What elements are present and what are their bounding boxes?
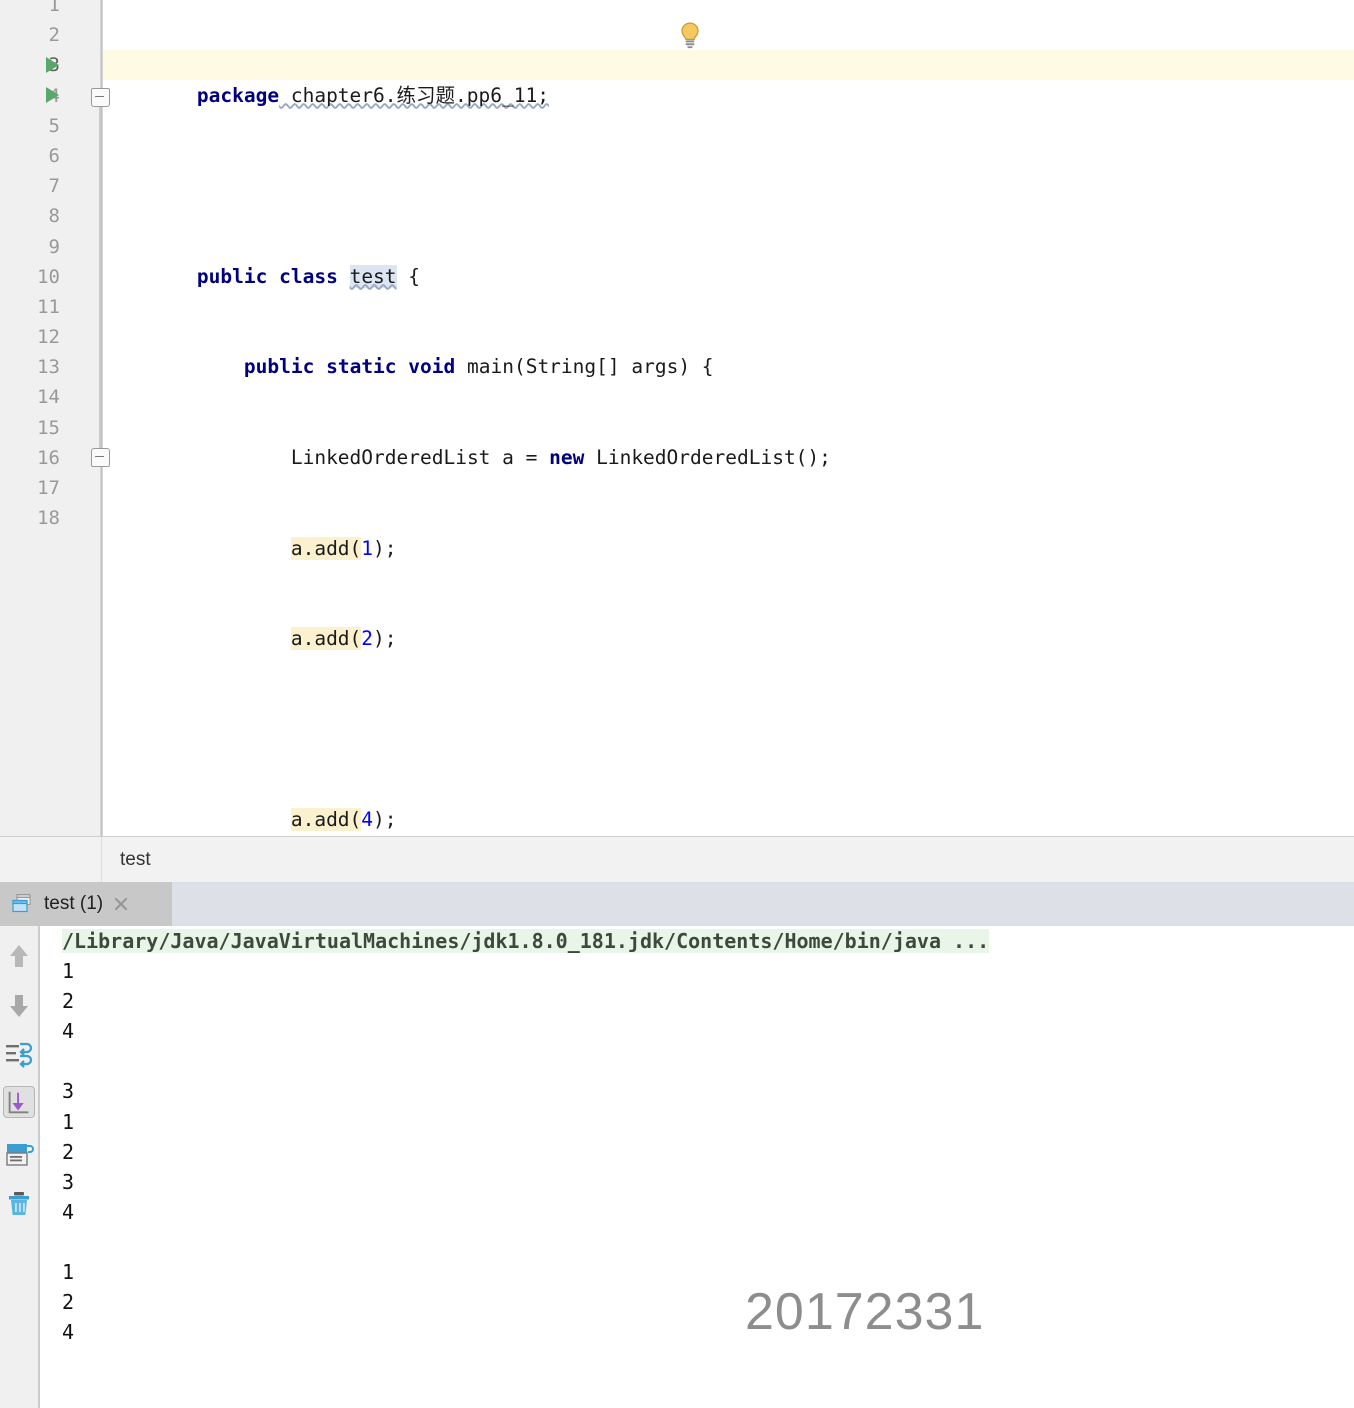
code-line-4: public static void main(String[] args) { xyxy=(103,322,831,378)
line-number: 12 xyxy=(37,326,60,349)
code-text[interactable]: package chapter6.练习题.pp6_11; public clas… xyxy=(103,0,831,836)
print-icon[interactable] xyxy=(3,1138,35,1170)
line-number: 7 xyxy=(48,175,60,198)
token-number: 4 xyxy=(361,808,374,832)
run-tab-label: test (1) xyxy=(44,893,104,914)
token-ctor: LinkedOrderedList(); xyxy=(584,445,831,469)
scroll-to-end-icon[interactable] xyxy=(3,1086,35,1118)
code-line-7: a.add(2); xyxy=(103,594,831,651)
line-number: 5 xyxy=(48,114,60,137)
token-keyword: public xyxy=(196,264,268,288)
line-number: 13 xyxy=(37,356,60,379)
console-toolbar-divider xyxy=(38,926,40,1408)
down-arrow-icon[interactable] xyxy=(3,990,35,1022)
close-icon[interactable] xyxy=(112,895,130,913)
token-decl: LinkedOrderedList a = xyxy=(290,445,550,469)
code-line-9: a.add(4); xyxy=(103,775,831,832)
line-number: 8 xyxy=(48,205,60,228)
token-end: ); xyxy=(373,627,397,651)
console-output-line: 3 xyxy=(62,1079,75,1104)
console-output-line: 2 xyxy=(62,989,75,1014)
run-class-marker[interactable] xyxy=(46,57,59,73)
token-keyword: void xyxy=(408,355,456,379)
trash-icon[interactable] xyxy=(3,1188,35,1220)
code-line-6: a.add(1); xyxy=(103,503,831,560)
console-output-line: 3 xyxy=(62,1169,75,1194)
console-output-line: 2 xyxy=(62,1290,75,1315)
line-number: 2 xyxy=(48,24,60,47)
console-command-text: /Library/Java/JavaVirtualMachines/jdk1.8… xyxy=(62,929,990,953)
console-output-line: 1 xyxy=(62,1109,75,1134)
token-number: 1 xyxy=(361,536,374,560)
line-number: 11 xyxy=(37,295,60,318)
console-output[interactable]: /Library/Java/JavaVirtualMachines/jdk1.8… xyxy=(42,926,1354,1408)
watermark: 20172331 xyxy=(745,1283,985,1341)
line-number: 10 xyxy=(37,265,60,288)
console-output-line: 1 xyxy=(62,1260,75,1285)
token-brace: { xyxy=(396,264,421,288)
breadcrumb[interactable]: test xyxy=(0,836,1354,883)
console-output-line: 2 xyxy=(62,1139,75,1164)
token-method-sig: main(String[] args) { xyxy=(455,355,714,379)
run-tab-bar: test (1) xyxy=(0,882,1354,926)
breadcrumb-gutter-spacer xyxy=(0,837,102,882)
console-command-line: /Library/Java/JavaVirtualMachines/jdk1.8… xyxy=(42,926,1354,956)
token-keyword: new xyxy=(549,445,585,469)
token-end: ); xyxy=(373,808,397,832)
token-keyword: class xyxy=(279,264,338,288)
console-toolbar xyxy=(0,926,38,1408)
console-area: /Library/Java/JavaVirtualMachines/jdk1.8… xyxy=(0,926,1354,1408)
run-tool-window: test (1) /Library/Java/JavaVirtualMachin… xyxy=(0,882,1354,1408)
line-number: 18 xyxy=(37,507,60,530)
console-output-line: 4 xyxy=(62,1199,75,1224)
soft-wrap-icon[interactable] xyxy=(3,1038,35,1070)
run-method-marker[interactable] xyxy=(46,87,59,103)
token-method-call: a.add( xyxy=(290,536,362,560)
token-end: ); xyxy=(373,536,397,560)
up-arrow-icon[interactable] xyxy=(3,940,35,972)
line-number: 17 xyxy=(37,477,60,499)
run-configuration-icon xyxy=(12,893,34,914)
console-output-line: 4 xyxy=(62,1320,75,1345)
console-output-line: 4 xyxy=(62,1019,75,1044)
token-method-call: a.add( xyxy=(290,627,362,651)
line-number: 15 xyxy=(37,416,60,439)
breadcrumb-item-class[interactable]: test xyxy=(120,837,151,882)
code-line-3: public class test { xyxy=(103,232,831,288)
line-number: 14 xyxy=(37,386,60,409)
fold-region-line xyxy=(99,95,101,458)
token-method-call: a.add( xyxy=(290,808,362,832)
line-number: 6 xyxy=(48,144,60,167)
token-keyword: package xyxy=(196,83,280,107)
token-class-name: test xyxy=(349,264,397,288)
code-line-5: LinkedOrderedList a = new LinkedOrderedL… xyxy=(103,413,831,469)
console-output-line: 1 xyxy=(62,959,75,984)
line-number: 16 xyxy=(37,446,60,469)
token-package-path: chapter6.练习题.pp6_11; xyxy=(279,83,549,107)
line-number: 9 xyxy=(48,235,60,258)
token-number: 2 xyxy=(361,627,374,651)
run-tab-test[interactable]: test (1) xyxy=(0,882,172,926)
token-keyword: static xyxy=(326,355,397,379)
token-keyword: public xyxy=(243,355,315,379)
line-number: 1 xyxy=(48,0,60,16)
code-editor[interactable]: 1 2 3 4 5 6 7 8 9 10 11 12 13 14 15 16 1… xyxy=(0,0,1354,836)
code-line-1: package chapter6.练习题.pp6_11; xyxy=(103,50,831,107)
ide-window: 1 2 3 4 5 6 7 8 9 10 11 12 13 14 15 16 1… xyxy=(0,0,1354,1408)
